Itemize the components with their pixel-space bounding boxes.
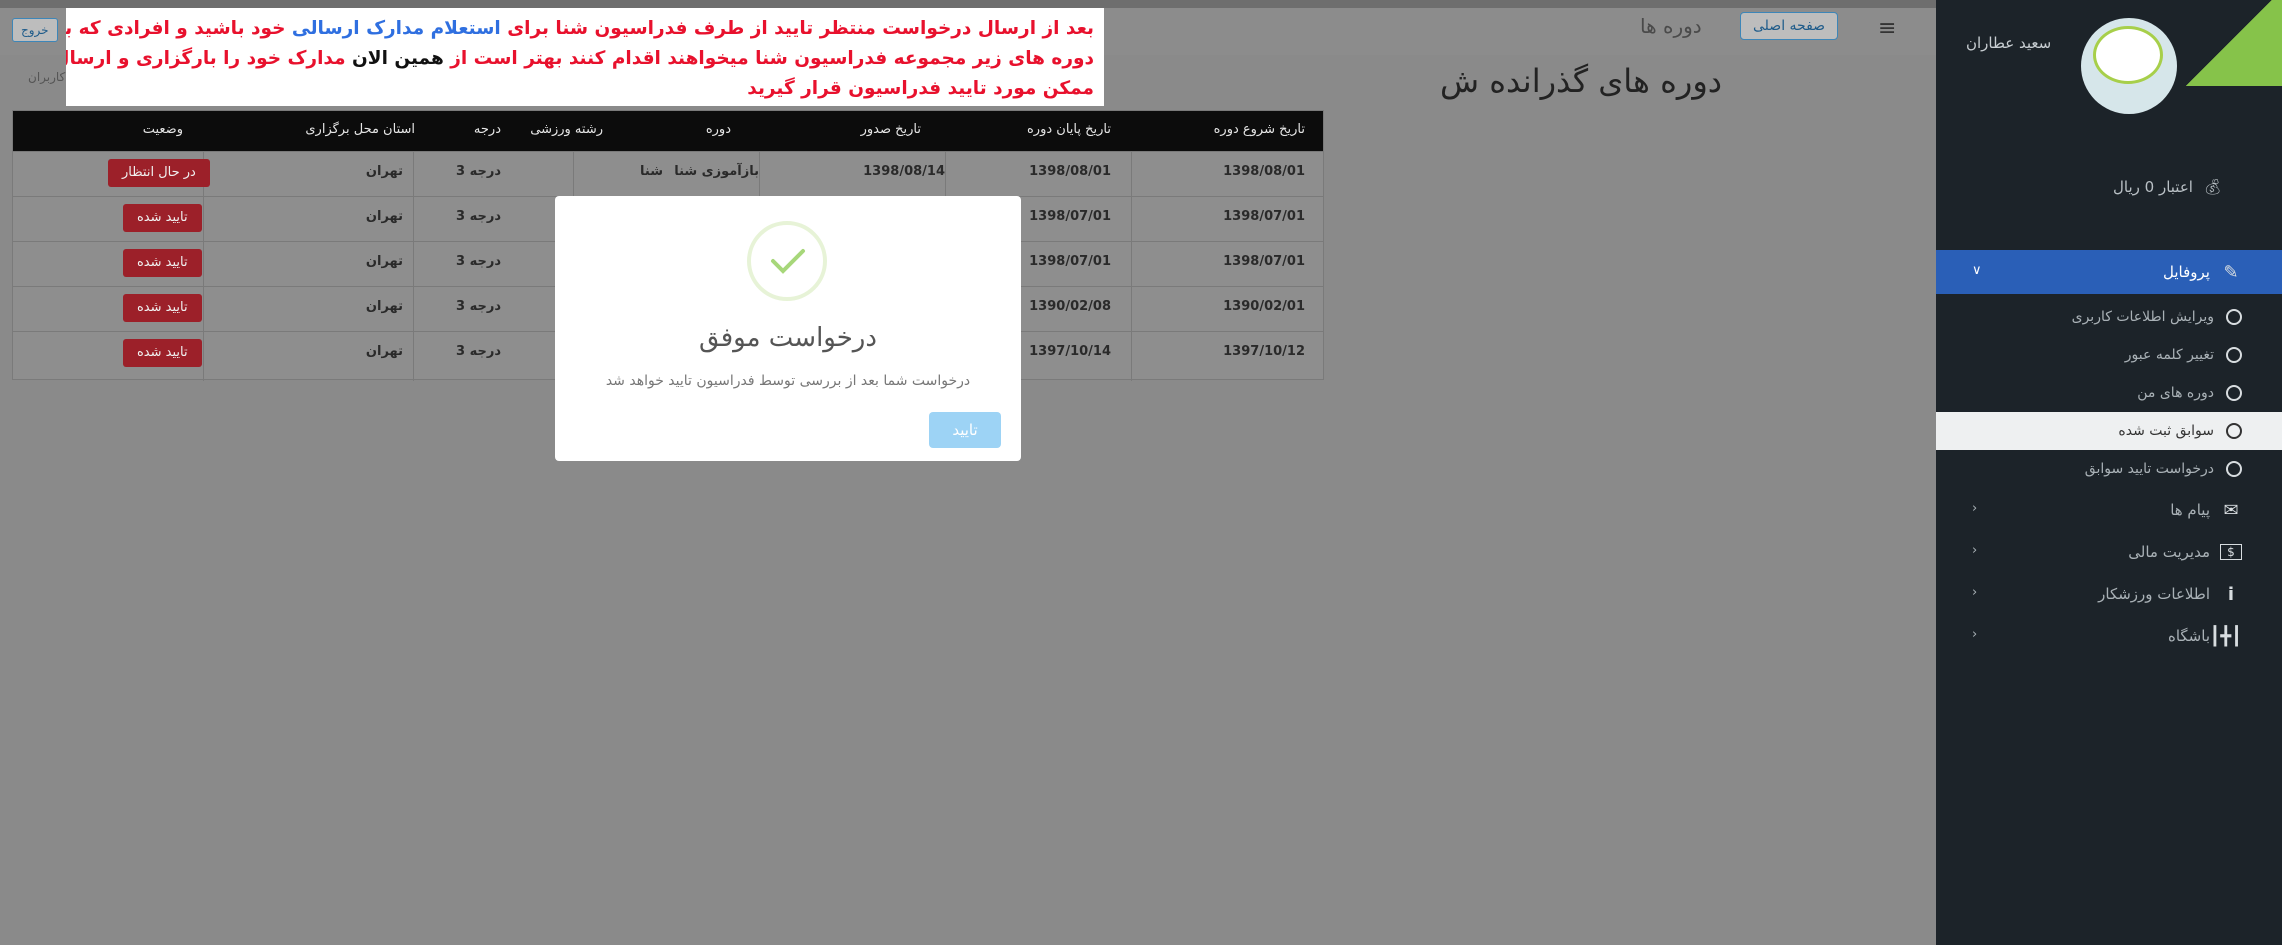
cell-end-date: 1398/08/01 (1029, 164, 1111, 179)
money-icon: $ (2220, 544, 2242, 560)
cell-province: تهران (365, 344, 403, 359)
user-name: سعید عطاران (1966, 34, 2052, 52)
column-header: تاریخ صدور (860, 122, 921, 137)
page-title: دوره های گذرانده ش (1440, 62, 1723, 100)
cell-grade: درجه 3 (456, 254, 501, 269)
cell-grade: درجه 3 (456, 164, 501, 179)
sidebar-item-label: پروفایل (2163, 263, 2210, 281)
sidebar-subitem-label: تغییر کلمه عبور (2124, 347, 2214, 363)
sidebar-subitem-change-password[interactable]: تغییر کلمه عبور (1936, 336, 2282, 374)
confirm-button[interactable]: تایید (929, 412, 1001, 448)
notice-banner: بعد از ارسال درخواست منتظر تایید از طرف … (66, 8, 1104, 106)
chevron-down-icon: ∨ (1972, 263, 1982, 278)
status-badge: تایید شده (123, 339, 202, 367)
sidebar-item-label: اطلاعات ورزشکار (2098, 585, 2210, 603)
sidebar-subitem-label: ویرایش اطلاعات کاربری (2071, 309, 2214, 325)
check-icon (747, 221, 827, 301)
cell-sport: شنا (640, 164, 663, 179)
table-row: 1398/08/01 1398/08/01 1398/08/14 بازآموز… (13, 151, 1323, 196)
column-header: تاریخ شروع دوره (1213, 122, 1305, 137)
column-header: تاریخ پایان دوره (1027, 122, 1111, 137)
sidebar-item-label: پیام ها (2170, 501, 2210, 519)
sidebar-subitem-label: سوابق ثبت شده (2118, 423, 2214, 439)
sidebar-item-club[interactable]: ┃╋┃ باشگاه ‹ (1936, 614, 2282, 658)
sidebar: سعید عطاران 💰︎ اعتبار 0 ریال ✎ پروفایل ∨… (1936, 0, 2282, 945)
cell-end-date: 1397/10/14 (1029, 344, 1111, 359)
chevron-left-icon: ‹ (1972, 543, 1978, 558)
cell-end-date: 1398/07/01 (1029, 209, 1111, 224)
sidebar-item-label: مدیریت مالی (2128, 543, 2210, 561)
sidebar-subitem-my-courses[interactable]: دوره های من (1936, 374, 2282, 412)
cell-end-date: 1398/07/01 (1029, 254, 1111, 269)
column-header: وضعیت (142, 122, 183, 137)
cell-start-date: 1397/10/12 (1223, 344, 1305, 359)
circle-icon (2226, 347, 2242, 363)
info-icon: i (2227, 583, 2235, 605)
brand-corner (2176, 0, 2282, 86)
table-header: تاریخ شروع دوره تاریخ پایان دوره تاریخ ص… (13, 111, 1323, 151)
circle-icon (2226, 385, 2242, 401)
sidebar-item-finance[interactable]: $ مدیریت مالی ‹ (1936, 530, 2282, 574)
home-button[interactable]: صفحه اصلی (1740, 12, 1839, 40)
cell-issue-date: 1398/08/14 (863, 164, 945, 179)
status-badge: در حال انتظار (108, 159, 210, 187)
cell-end-date: 1390/02/08 (1029, 299, 1111, 314)
notice-line: دوره های زیر مجموعه فدراسیون شنا میخواهن… (66, 48, 1094, 69)
edit-icon: ✎ (2223, 261, 2239, 283)
sidebar-subitem-request-approval[interactable]: درخواست تایید سوابق (1936, 450, 2282, 488)
column-header: درجه (473, 122, 501, 137)
cell-province: تهران (365, 254, 403, 269)
cell-province: تهران (365, 299, 403, 314)
sidebar-subitem-label: دوره های من (2137, 385, 2214, 401)
column-header: دوره (705, 122, 731, 137)
status-badge: تایید شده (123, 249, 202, 277)
avatar[interactable] (2081, 18, 2177, 114)
dumbbell-icon: ┃╋┃ (2209, 625, 2242, 647)
status-badge: تایید شده (123, 294, 202, 322)
cell-start-date: 1398/08/01 (1223, 164, 1305, 179)
success-dialog: درخواست موفق درخواست شما بعد از بررسی تو… (555, 196, 1021, 461)
chevron-left-icon: ‹ (1972, 627, 1978, 642)
status-badge: تایید شده (123, 204, 202, 232)
envelope-icon: ✉ (2223, 499, 2239, 521)
cell-course: بازآموزی شنا (674, 164, 759, 179)
dialog-title: درخواست موفق (699, 323, 877, 353)
cell-start-date: 1390/02/01 (1223, 299, 1305, 314)
notice-line: ممکن مورد تایید فدراسیون قرار گیرید (747, 78, 1094, 99)
chevron-left-icon: ‹ (1972, 501, 1978, 516)
courses-tab[interactable]: دوره ها (1640, 14, 1702, 38)
sidebar-subitem-edit-info[interactable]: ویرایش اطلاعات کاربری (1936, 298, 2282, 336)
credit-display: 💰︎ اعتبار 0 ریال (2113, 178, 2222, 196)
column-header: استان محل برگزاری (305, 122, 415, 137)
circle-icon (2226, 461, 2242, 477)
cell-start-date: 1398/07/01 (1223, 254, 1305, 269)
menu-icon[interactable]: ≡ (1878, 16, 1896, 41)
dialog-message: درخواست شما بعد از بررسی توسط فدراسیون ت… (605, 373, 971, 389)
cell-start-date: 1398/07/01 (1223, 209, 1305, 224)
sidebar-item-label: باشگاه (2167, 627, 2210, 645)
column-header: رشته ورزشی (530, 122, 603, 137)
coins-icon: 💰︎ (2202, 178, 2222, 196)
credit-label: اعتبار 0 ریال (2112, 178, 2193, 196)
sidebar-item-profile[interactable]: ✎ پروفایل ∨ (1936, 250, 2282, 294)
cell-grade: درجه 3 (456, 299, 501, 314)
cell-grade: درجه 3 (456, 344, 501, 359)
cell-grade: درجه 3 (456, 209, 501, 224)
circle-icon (2226, 309, 2242, 325)
sidebar-item-athlete[interactable]: i اطلاعات ورزشکار ‹ (1936, 572, 2282, 616)
sidebar-item-messages[interactable]: ✉ پیام ها ‹ (1936, 488, 2282, 532)
circle-icon (2226, 423, 2242, 439)
sidebar-subitem-label: درخواست تایید سوابق (2084, 461, 2214, 477)
cell-province: تهران (365, 164, 403, 179)
notice-line: بعد از ارسال درخواست منتظر تایید از طرف … (66, 18, 1094, 39)
cell-province: تهران (365, 209, 403, 224)
chevron-left-icon: ‹ (1972, 585, 1978, 600)
breadcrumb[interactable]: کاربران (28, 70, 65, 84)
sidebar-subitem-records[interactable]: سوابق ثبت شده (1936, 412, 2282, 450)
user-panel: سعید عطاران (1936, 0, 2282, 114)
exit-button[interactable]: خروج (12, 18, 58, 42)
